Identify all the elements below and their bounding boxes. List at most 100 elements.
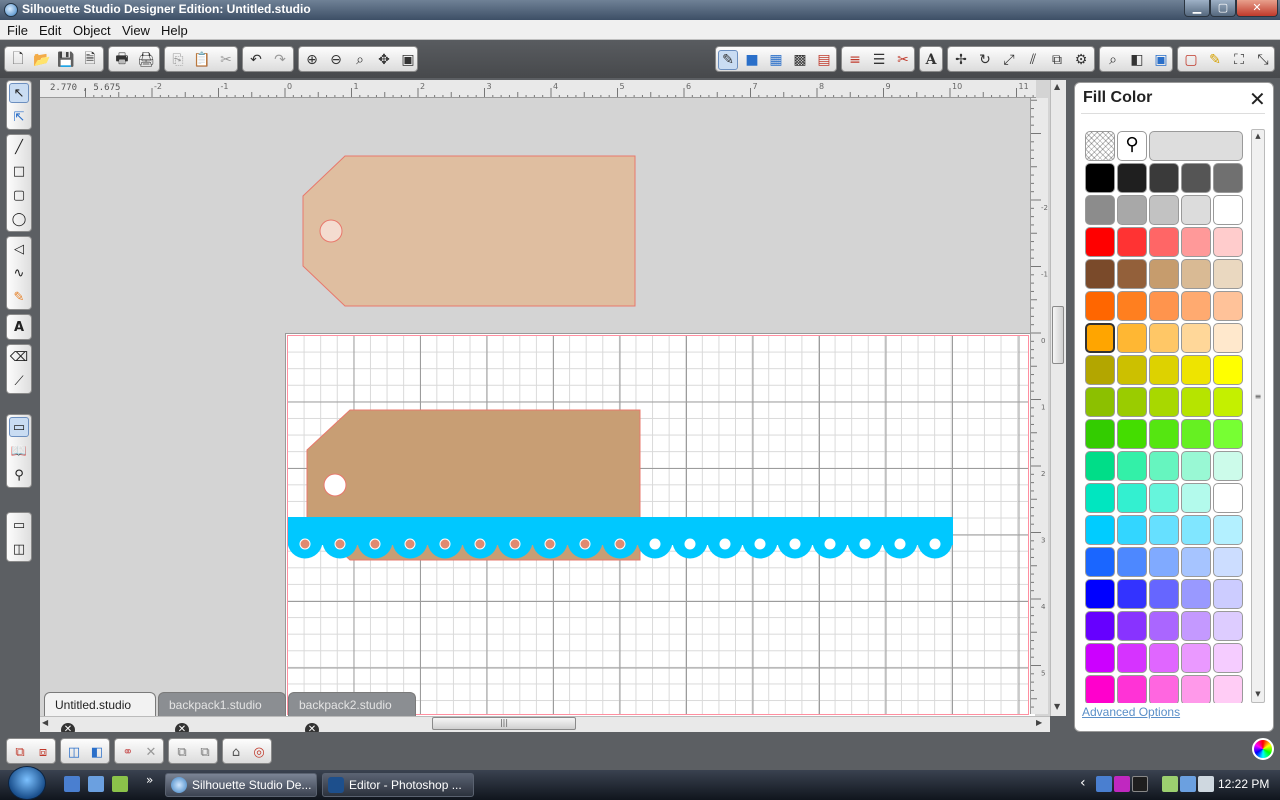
color-swatch[interactable] — [1181, 195, 1211, 225]
color-swatch[interactable] — [1085, 323, 1115, 353]
weld-icon[interactable]: ⚭ — [118, 742, 138, 762]
replicate-icon[interactable]: ⧉ — [1047, 50, 1067, 70]
palette-scroll-up-icon[interactable]: ▲ — [1253, 132, 1263, 140]
color-swatch[interactable] — [1213, 483, 1243, 513]
horizontal-scroll-thumb[interactable]: ||| — [432, 717, 576, 730]
color-swatch[interactable] — [1181, 643, 1211, 673]
color-swatch[interactable] — [1181, 547, 1211, 577]
color-swatch[interactable] — [1181, 355, 1211, 385]
expand-icon[interactable]: ⤡ — [1253, 50, 1273, 70]
color-swatch[interactable] — [1149, 163, 1179, 193]
color-swatch[interactable] — [1085, 451, 1115, 481]
color-swatch[interactable] — [1213, 227, 1243, 257]
color-swatch[interactable] — [1085, 291, 1115, 321]
color-swatch[interactable] — [1117, 419, 1147, 449]
group-icon[interactable]: ⧉ — [10, 742, 30, 762]
color-swatch[interactable] — [1117, 355, 1147, 385]
color-swatch[interactable] — [1117, 675, 1147, 703]
color-swatch[interactable] — [1117, 259, 1147, 289]
panel-close-icon[interactable]: ✕ — [1249, 87, 1266, 111]
tag-shape-upper[interactable] — [302, 155, 636, 307]
color-swatch[interactable] — [1085, 675, 1115, 703]
current-color-swatch[interactable] — [1149, 131, 1243, 161]
color-swatch[interactable] — [1181, 227, 1211, 257]
color-swatch[interactable] — [1213, 579, 1243, 609]
color-swatch[interactable] — [1117, 643, 1147, 673]
trace-icon[interactable]: ⌕ — [1103, 50, 1123, 70]
color-swatch[interactable] — [1117, 387, 1147, 417]
bring-forward-icon[interactable]: ⧉ — [172, 742, 192, 762]
scroll-left-icon[interactable]: ◀ — [42, 718, 48, 727]
color-swatch[interactable] — [1085, 611, 1115, 641]
color-swatch[interactable] — [1213, 419, 1243, 449]
advanced-options-link[interactable]: Advanced Options — [1082, 705, 1180, 719]
sketch-icon[interactable]: ✎ — [1205, 50, 1225, 70]
color-swatch[interactable] — [1117, 451, 1147, 481]
color-swatch[interactable] — [1085, 483, 1115, 513]
color-swatch[interactable] — [1213, 355, 1243, 385]
tray-connection-icon[interactable] — [1180, 776, 1196, 792]
color-swatch[interactable] — [1213, 451, 1243, 481]
send-backward-icon[interactable]: ⧉ — [195, 742, 215, 762]
color-swatch[interactable] — [1085, 419, 1115, 449]
cut-settings-icon[interactable]: ▢ — [1181, 50, 1201, 70]
color-swatch[interactable] — [1149, 195, 1179, 225]
color-swatch[interactable] — [1149, 611, 1179, 641]
palette-scrollbar[interactable]: ▲ ≡ ▼ — [1251, 129, 1265, 703]
color-swatch[interactable] — [1117, 579, 1147, 609]
color-swatch[interactable] — [1181, 259, 1211, 289]
color-swatch[interactable] — [1117, 323, 1147, 353]
color-swatch[interactable] — [1181, 611, 1211, 641]
color-swatch[interactable] — [1149, 515, 1179, 545]
color-swatch[interactable] — [1213, 387, 1243, 417]
color-swatch[interactable] — [1213, 515, 1243, 545]
color-swatch[interactable] — [1085, 227, 1115, 257]
color-swatch[interactable] — [1181, 515, 1211, 545]
color-wheel-icon[interactable] — [1252, 738, 1274, 760]
vertical-scrollbar[interactable]: ▲ ▼ — [1050, 80, 1066, 716]
tray-app-icon[interactable] — [1114, 776, 1130, 792]
color-swatch[interactable] — [1117, 547, 1147, 577]
quicklaunch-app-icon[interactable] — [112, 776, 128, 792]
color-swatch[interactable] — [1181, 419, 1211, 449]
color-swatch[interactable] — [1085, 259, 1115, 289]
page-setup-icon[interactable]: ▣ — [1151, 50, 1171, 70]
color-swatch[interactable] — [1149, 579, 1179, 609]
scroll-right-icon[interactable]: ▶ — [1036, 718, 1042, 727]
start-button[interactable] — [8, 766, 46, 800]
color-swatch[interactable] — [1213, 643, 1243, 673]
tab-backpack1[interactable]: backpack1.studio✕ — [158, 692, 286, 737]
color-swatch[interactable] — [1085, 547, 1115, 577]
color-swatch[interactable] — [1149, 355, 1179, 385]
color-swatch[interactable] — [1117, 483, 1147, 513]
color-swatch[interactable] — [1213, 163, 1243, 193]
color-swatch[interactable] — [1085, 355, 1115, 385]
color-swatch[interactable] — [1149, 419, 1179, 449]
color-swatch[interactable] — [1085, 195, 1115, 225]
color-swatch[interactable] — [1149, 675, 1179, 703]
vertical-scroll-thumb[interactable] — [1052, 306, 1064, 364]
fullscreen-icon[interactable]: ⛶ — [1229, 50, 1249, 70]
palette-scroll-down-icon[interactable]: ▼ — [1253, 690, 1263, 698]
color-swatch[interactable] — [1117, 515, 1147, 545]
color-swatch[interactable] — [1117, 195, 1147, 225]
color-swatch[interactable] — [1181, 323, 1211, 353]
color-swatch[interactable] — [1213, 323, 1243, 353]
offset-icon[interactable]: ◧ — [1127, 50, 1147, 70]
color-swatch[interactable] — [1149, 227, 1179, 257]
color-swatch[interactable] — [1213, 547, 1243, 577]
tab-untitled[interactable]: Untitled.studio✕ — [44, 692, 156, 737]
color-swatch[interactable] — [1085, 387, 1115, 417]
color-swatch[interactable] — [1149, 259, 1179, 289]
color-swatch[interactable] — [1181, 451, 1211, 481]
move-icon[interactable]: ⌂ — [226, 742, 246, 762]
tab-backpack2[interactable]: backpack2.studio✕ — [288, 692, 416, 737]
color-swatch[interactable] — [1181, 483, 1211, 513]
close-window-button[interactable]: ✕ — [1236, 0, 1278, 17]
color-swatch[interactable] — [1085, 515, 1115, 545]
color-swatch[interactable] — [1149, 451, 1179, 481]
color-swatch[interactable] — [1085, 579, 1115, 609]
delete-icon[interactable]: ✕ — [141, 742, 161, 762]
maximize-button[interactable]: ▢ — [1210, 0, 1236, 17]
minimize-button[interactable]: ▁ — [1184, 0, 1210, 17]
